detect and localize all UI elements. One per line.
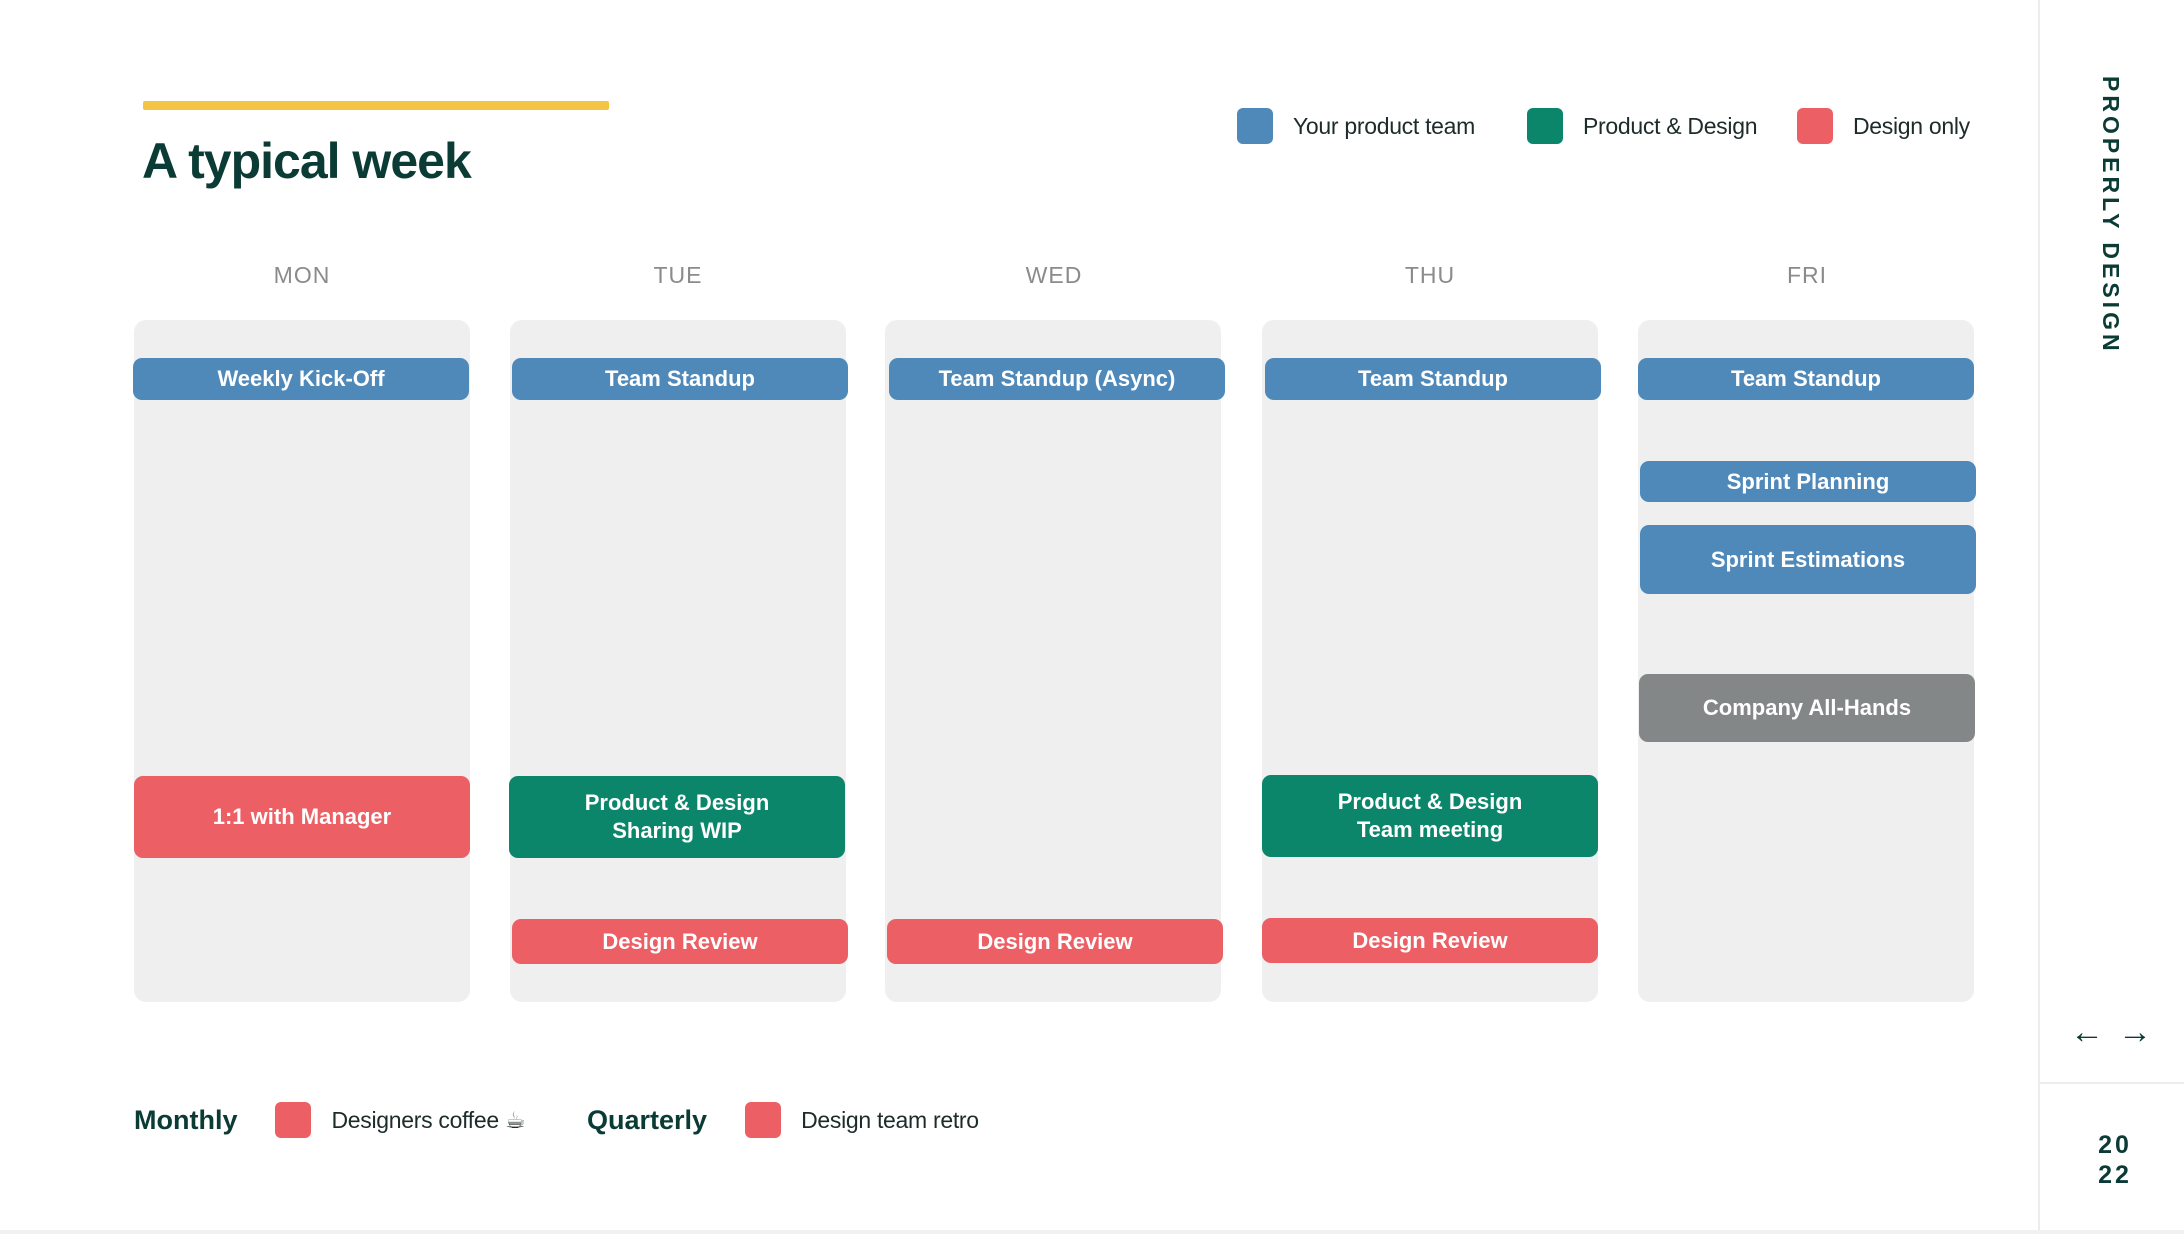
recurring-label: Designers coffee ☕ [331,1106,526,1133]
legend-swatch [1797,108,1833,144]
legend-swatch [1527,108,1563,144]
brand-wordmark: PROPERLY DESIGN [2098,76,2124,355]
recurring-label: Design team retro [801,1106,979,1133]
day-label-fri: FRI [1786,262,1828,288]
arrow-left-icon[interactable]: ← [2067,1012,2107,1052]
legend-swatch [1237,108,1273,144]
year-bottom: 22 [2098,1161,2132,1189]
event-design-review-thu[interactable]: Design Review [1262,918,1598,963]
event-company-all-hands[interactable]: Company All-Hands [1639,674,1975,742]
year-label: 20 22 [2080,1130,2150,1190]
event-team-standup-tue[interactable]: Team Standup [512,358,848,400]
page-title: A typical week [142,133,472,189]
legend-label: Product & Design [1583,112,1758,139]
day-column-wed [885,320,1221,1002]
day-label-tue: TUE [653,262,703,288]
legend-item-product-team: Your product team [1237,107,1475,145]
recurring-monthly: Monthly Designers coffee ☕ [134,1100,526,1140]
slide: A typical week Your product team Product… [0,0,2038,1230]
legend-item-product-design: Product & Design [1527,107,1757,145]
legend-label: Design only [1853,112,1970,139]
event-product-design-team-meeting[interactable]: Product & Design Team meeting [1262,775,1598,857]
event-1on1-with-manager[interactable]: 1:1 with Manager [134,776,470,858]
recurring-period: Quarterly [587,1104,708,1135]
recurring-swatch [275,1102,312,1138]
day-label-mon: MON [273,262,331,288]
day-label-thu: THU [1404,262,1456,288]
event-weekly-kick-off[interactable]: Weekly Kick-Off [133,358,469,400]
event-team-standup-fri[interactable]: Team Standup [1638,358,1974,400]
recurring-quarterly: Quarterly Design team retro [587,1100,979,1140]
day-column-mon [134,320,470,1002]
title-accent-bar [143,101,609,110]
day-column-tue [510,320,846,1002]
day-label-wed: WED [1025,262,1083,288]
event-team-standup-thu[interactable]: Team Standup [1265,358,1601,400]
recurring-period: Monthly [134,1104,238,1135]
event-product-design-sharing-wip[interactable]: Product & Design Sharing WIP [509,776,845,858]
legend-label: Your product team [1293,112,1475,139]
event-team-standup-async[interactable]: Team Standup (Async) [889,358,1225,400]
event-sprint-planning[interactable]: Sprint Planning [1640,461,1976,502]
arrow-right-icon[interactable]: → [2115,1012,2155,1052]
sidebar-divider [2038,1082,2184,1084]
event-design-review-tue[interactable]: Design Review [512,919,848,964]
event-sprint-estimations[interactable]: Sprint Estimations [1640,525,1976,594]
bottom-rule [0,1230,2184,1234]
day-column-fri [1638,320,1974,1002]
event-design-review-wed[interactable]: Design Review [887,919,1223,964]
day-column-thu [1262,320,1598,1002]
legend-item-design-only: Design only [1797,107,1970,145]
year-top: 20 [2098,1131,2132,1159]
recurring-swatch [745,1102,782,1138]
